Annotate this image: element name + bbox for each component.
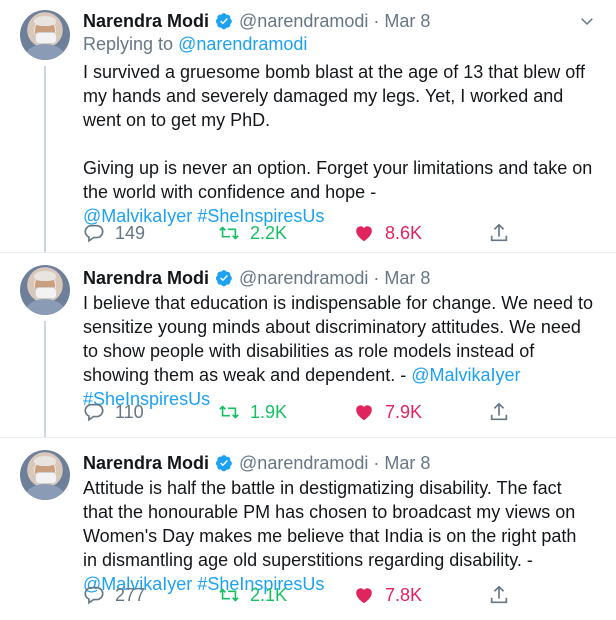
retweet-count: 2.1K bbox=[250, 584, 288, 605]
reply-button[interactable]: 149 bbox=[83, 222, 218, 244]
tweet-text: I survived a gruesome bomb blast at the … bbox=[83, 60, 594, 228]
chevron-down-icon[interactable] bbox=[578, 12, 596, 30]
tweet-paragraph: I believe that education is indispensabl… bbox=[83, 291, 594, 411]
retweet-count: 1.9K bbox=[250, 401, 288, 422]
verified-badge-icon bbox=[215, 270, 232, 287]
tweet-paragraph: Attitude is half the battle in destigmat… bbox=[83, 476, 594, 596]
author-name[interactable]: Narendra Modi bbox=[83, 452, 209, 474]
reply-count: 110 bbox=[115, 401, 144, 422]
verified-badge-icon bbox=[215, 455, 232, 472]
tweet-text: I believe that education is indispensabl… bbox=[83, 291, 594, 411]
retweet-icon bbox=[219, 226, 239, 240]
like-count: 7.9K bbox=[385, 401, 423, 422]
author-handle[interactable]: @narendramodi bbox=[239, 10, 368, 32]
retweet-button[interactable]: 2.2K bbox=[218, 222, 353, 244]
reply-icon bbox=[84, 586, 104, 605]
tweet-header: Narendra Modi @narendramodi · Mar 8 bbox=[83, 10, 596, 32]
reply-button[interactable]: 110 bbox=[83, 401, 218, 423]
share-button[interactable] bbox=[488, 584, 520, 606]
share-icon bbox=[490, 223, 508, 242]
tweet-paragraph-text: Giving up is never an option. Forget you… bbox=[83, 158, 593, 202]
replying-to-handle[interactable]: @narendramodi bbox=[178, 34, 307, 54]
retweet-icon bbox=[219, 588, 239, 602]
like-count: 8.6K bbox=[385, 222, 423, 243]
tweet-3[interactable]: Narendra Modi @narendramodi · Mar 8 Atti… bbox=[0, 438, 616, 620]
tweet-paragraph-text: Attitude is half the battle in destigmat… bbox=[83, 478, 577, 570]
heart-icon bbox=[356, 405, 372, 421]
tweet-text: Attitude is half the battle in destigmat… bbox=[83, 476, 594, 596]
retweet-icon bbox=[219, 405, 239, 419]
author-name[interactable]: Narendra Modi bbox=[83, 10, 209, 32]
like-button[interactable]: 7.9K bbox=[353, 401, 488, 423]
heart-icon bbox=[356, 226, 372, 242]
like-button[interactable]: 7.8K bbox=[353, 584, 488, 606]
share-button[interactable] bbox=[488, 222, 520, 244]
reply-count: 277 bbox=[115, 584, 146, 605]
separator-dot: · bbox=[373, 268, 380, 288]
share-icon bbox=[490, 402, 508, 421]
tweet-actions: 277 2.1K 7.8K bbox=[83, 584, 596, 606]
reply-icon bbox=[84, 403, 104, 422]
author-handle[interactable]: @narendramodi bbox=[239, 452, 368, 474]
thread-line bbox=[44, 66, 46, 252]
retweet-button[interactable]: 1.9K bbox=[218, 401, 353, 423]
separator-dot: · bbox=[373, 11, 380, 31]
tweet-date[interactable]: Mar 8 bbox=[384, 10, 430, 32]
retweet-count: 2.2K bbox=[250, 222, 288, 243]
retweet-button[interactable]: 2.1K bbox=[218, 584, 353, 606]
reply-count: 149 bbox=[115, 222, 146, 243]
tweet-paragraph: I survived a gruesome bomb blast at the … bbox=[83, 62, 585, 130]
share-button[interactable] bbox=[488, 401, 520, 423]
share-icon bbox=[490, 585, 508, 604]
separator-dot: · bbox=[373, 453, 380, 473]
replying-to-label: Replying to bbox=[83, 34, 174, 54]
tweet-header: Narendra Modi @narendramodi · Mar 8 bbox=[83, 452, 596, 474]
replying-to: Replying to @narendramodi bbox=[83, 34, 307, 55]
verified-badge-icon bbox=[215, 13, 232, 30]
tweet-2[interactable]: Narendra Modi @narendramodi · Mar 8 I be… bbox=[0, 253, 616, 437]
heart-icon bbox=[356, 588, 372, 604]
like-button[interactable]: 8.6K bbox=[353, 222, 488, 244]
reply-button[interactable]: 277 bbox=[83, 584, 218, 606]
mention-link[interactable]: @MalvikaIyer bbox=[411, 365, 520, 385]
tweet-actions: 149 2.2K 8.6K bbox=[83, 222, 596, 244]
tweet-1[interactable]: Narendra Modi @narendramodi · Mar 8 Repl… bbox=[0, 0, 616, 252]
tweet-actions: 110 1.9K 7.9K bbox=[83, 401, 596, 423]
thread-line bbox=[44, 321, 46, 437]
tweet-date[interactable]: Mar 8 bbox=[384, 452, 430, 474]
author-handle[interactable]: @narendramodi bbox=[239, 267, 368, 289]
author-name[interactable]: Narendra Modi bbox=[83, 267, 209, 289]
reply-icon bbox=[84, 224, 104, 243]
tweet-paragraph: Giving up is never an option. Forget you… bbox=[83, 156, 594, 228]
avatar[interactable] bbox=[20, 10, 70, 60]
avatar[interactable] bbox=[20, 265, 70, 315]
tweet-date[interactable]: Mar 8 bbox=[384, 267, 430, 289]
avatar[interactable] bbox=[20, 450, 70, 500]
tweet-header: Narendra Modi @narendramodi · Mar 8 bbox=[83, 267, 596, 289]
like-count: 7.8K bbox=[385, 584, 423, 605]
